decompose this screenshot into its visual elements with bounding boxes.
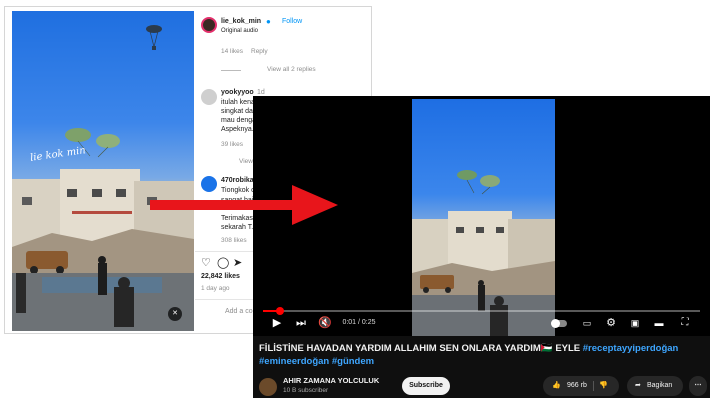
subtitles-icon[interactable]: ▭ — [579, 316, 595, 330]
share-label: Bagikan — [647, 382, 673, 389]
follow-link[interactable]: Follow — [282, 18, 302, 25]
like-icon[interactable]: 👍 — [552, 376, 561, 396]
post-likes-count[interactable]: 22,842 likes — [201, 273, 240, 280]
video-title-text: FİLİSTİNE HAVADAN YARDIM ALLAHIM SEN ONL… — [259, 343, 583, 354]
hashtag-link[interactable]: #gündem — [332, 356, 374, 367]
fullscreen-icon[interactable]: ⛶ — [677, 316, 693, 330]
channel-name[interactable]: AHIR ZAMANA YOLCULUK — [283, 376, 379, 385]
like-count[interactable]: 966 rb — [567, 376, 587, 396]
airdrop-scene — [412, 170, 555, 336]
reply-link[interactable]: Reply — [251, 48, 268, 55]
more-actions-button[interactable]: ⋯ — [689, 376, 707, 396]
dislike-icon[interactable]: 👎 — [599, 376, 608, 396]
red-arrow-icon — [150, 185, 338, 225]
heart-icon[interactable]: ♡ — [201, 256, 211, 269]
view-more-link[interactable]: View — [239, 158, 253, 165]
youtube-watch-panel: ▶ ⏭ 🔇 0:01 / 0:25 ▭ ⚙ ▣ ▬ ⛶ FİLİSTİNE HA… — [253, 96, 710, 398]
autoplay-toggle[interactable] — [551, 316, 567, 330]
comment-likes[interactable]: 308 likes — [221, 237, 247, 244]
instagram-post-photo: lie kok min ✕ — [12, 11, 194, 331]
view-replies-link[interactable]: View all 2 replies — [267, 66, 316, 73]
like-divider — [593, 381, 594, 391]
comment-time: 1d — [257, 89, 265, 96]
progress-scrubber[interactable] — [276, 307, 285, 315]
comment-username[interactable]: yookyyoo — [221, 89, 254, 96]
mute-icon[interactable]: ✕ — [168, 307, 182, 321]
miniplayer-icon[interactable]: ▣ — [627, 316, 643, 330]
hashtag-link[interactable]: #receptayyiperdoğan — [583, 343, 679, 354]
replies-divider — [221, 70, 241, 71]
theater-icon[interactable]: ▬ — [651, 316, 667, 330]
channel-subscribers: 10 B subscriber — [283, 387, 329, 394]
comment-avatar[interactable] — [201, 89, 217, 105]
hashtag-link[interactable]: #emineerdoğan — [259, 356, 329, 367]
subscribe-button[interactable]: Subscribe — [402, 377, 450, 395]
time-display: 0:01 / 0:25 — [342, 319, 376, 326]
video-frame — [412, 99, 555, 336]
airdrop-scene — [12, 25, 194, 331]
comment-likes[interactable]: 14 likes — [221, 48, 243, 55]
video-title[interactable]: FİLİSTİNE HAVADAN YARDIM ALLAHIM SEN ONL… — [259, 342, 709, 368]
header-audio[interactable]: Original audio — [221, 28, 258, 34]
comment-icon[interactable]: ◯ — [217, 256, 229, 269]
settings-icon[interactable]: ⚙ — [603, 316, 619, 330]
post-date: 1 day ago — [201, 285, 230, 292]
channel-avatar[interactable] — [259, 378, 277, 396]
verified-badge-icon: ● — [266, 17, 271, 26]
share-icon: ➦ — [635, 382, 641, 389]
comment-likes[interactable]: 39 likes — [221, 141, 243, 148]
profile-avatar[interactable] — [201, 17, 217, 33]
header-username[interactable]: lie_kok_min — [221, 18, 261, 25]
progress-bar[interactable] — [263, 307, 700, 315]
like-dislike-group: 👍 966 rb 👎 — [543, 376, 619, 396]
play-icon[interactable]: ▶ — [269, 316, 285, 330]
share-button[interactable]: ➦ Bagikan — [627, 376, 683, 396]
mute-icon[interactable]: 🔇 — [317, 316, 333, 330]
share-icon[interactable]: ➤ — [233, 256, 242, 269]
next-icon[interactable]: ⏭ — [293, 316, 309, 330]
